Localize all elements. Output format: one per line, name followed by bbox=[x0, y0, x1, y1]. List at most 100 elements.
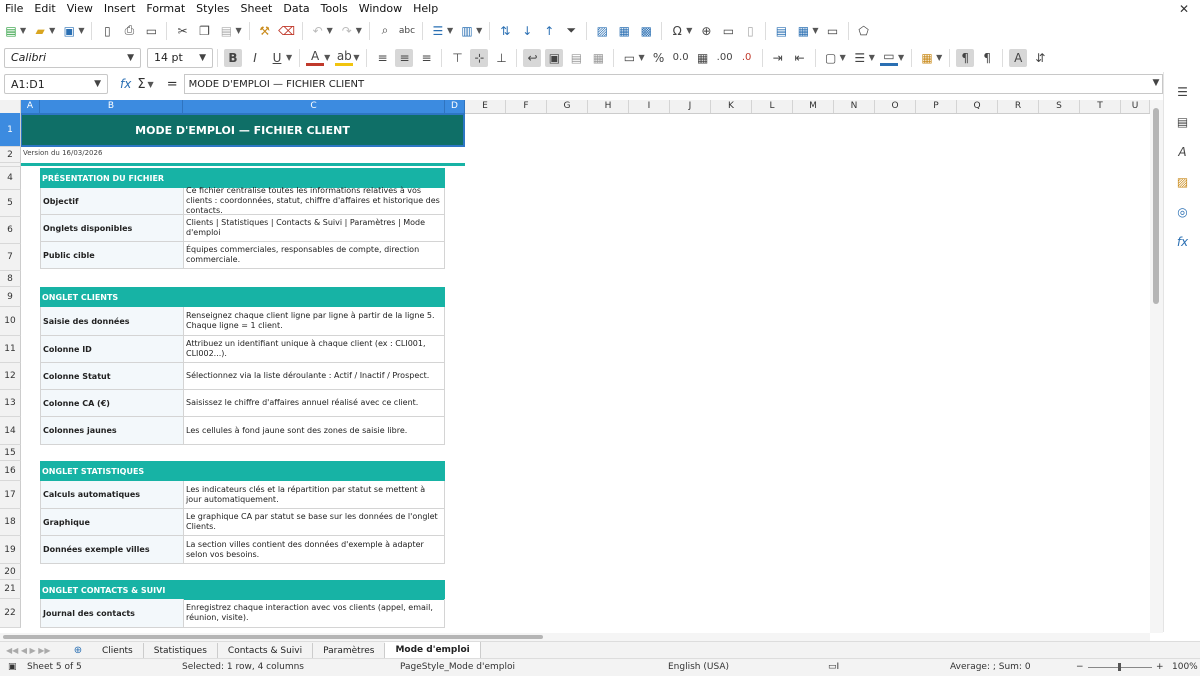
border-color-icon[interactable]: ▭ bbox=[879, 49, 898, 66]
column-header[interactable]: O bbox=[875, 100, 916, 113]
row-header[interactable]: 4 bbox=[0, 167, 21, 190]
chevron-down-icon[interactable]: ▼ bbox=[148, 80, 154, 89]
language-status[interactable]: English (USA) bbox=[668, 662, 729, 672]
row-header[interactable]: 22 bbox=[0, 599, 21, 628]
comment-icon[interactable]: ▭ bbox=[719, 22, 737, 40]
menu-edit[interactable]: Edit bbox=[29, 2, 60, 15]
redo-icon[interactable]: ↷ bbox=[338, 22, 356, 40]
increase-indent-icon[interactable]: ⇥ bbox=[769, 49, 787, 67]
zoom-level[interactable]: 100% bbox=[1172, 662, 1198, 672]
column-header[interactable]: M bbox=[793, 100, 834, 113]
column-header[interactable]: Q bbox=[957, 100, 998, 113]
export-pdf-icon[interactable]: ▯ bbox=[98, 22, 116, 40]
open-folder-icon[interactable]: ▰ bbox=[31, 22, 49, 40]
show-draw-functions-icon[interactable]: ⬠ bbox=[855, 22, 873, 40]
version-cell[interactable]: Version du 16/03/2026 bbox=[23, 149, 102, 157]
gallery-icon[interactable]: ▨ bbox=[1173, 172, 1193, 192]
column-header[interactable]: U bbox=[1121, 100, 1150, 113]
chevron-down-icon[interactable]: ▼ bbox=[476, 26, 482, 35]
font-size-box[interactable]: 14 pt ▼ bbox=[147, 47, 213, 68]
table-row[interactable]: Colonne CA (€) Saisissez le chiffre d'af… bbox=[40, 390, 445, 417]
special-character-icon[interactable]: Ω bbox=[668, 22, 686, 40]
paste-icon[interactable]: ▤ bbox=[217, 22, 235, 40]
row-header[interactable]: 1 bbox=[0, 113, 21, 147]
page-style[interactable]: PageStyle_Mode d'emploi bbox=[400, 662, 515, 672]
section-header[interactable]: PRÉSENTATION DU FICHIER bbox=[40, 168, 445, 188]
print-icon[interactable]: ⎙ bbox=[120, 22, 138, 40]
styles-icon[interactable]: A bbox=[1173, 142, 1193, 162]
tab-parametres[interactable]: Paramètres bbox=[313, 642, 386, 659]
sort-ascending-icon[interactable]: ↓ bbox=[518, 22, 536, 40]
chevron-down-icon[interactable]: ▼ bbox=[127, 53, 134, 63]
zoom-slider-handle[interactable] bbox=[1118, 663, 1121, 671]
delete-decimal-icon[interactable]: .0 bbox=[738, 49, 756, 67]
split-window-icon[interactable]: ▭ bbox=[824, 22, 842, 40]
chevron-down-icon[interactable]: ▼ bbox=[327, 26, 333, 35]
formula-input[interactable]: MODE D'EMPLOI — FICHIER CLIENT bbox=[183, 74, 1163, 94]
vertical-scrollbar[interactable] bbox=[1150, 100, 1163, 633]
column-header[interactable]: J bbox=[670, 100, 711, 113]
column-header[interactable]: S bbox=[1039, 100, 1080, 113]
column-header[interactable]: A bbox=[21, 100, 40, 113]
column-header[interactable]: B bbox=[40, 100, 183, 113]
hamburger-menu-icon[interactable]: ☰ bbox=[1173, 82, 1193, 102]
date-format-icon[interactable]: ▦ bbox=[694, 49, 712, 67]
section-header[interactable]: ONGLET STATISTIQUES bbox=[40, 461, 445, 481]
print-preview-icon[interactable]: ▭ bbox=[142, 22, 160, 40]
row-header[interactable]: 14 bbox=[0, 417, 21, 445]
copy-icon[interactable]: ❐ bbox=[195, 22, 213, 40]
function-wizard-icon[interactable]: fx bbox=[120, 77, 131, 91]
chevron-down-icon[interactable]: ▼ bbox=[78, 26, 84, 35]
chevron-down-icon[interactable]: ▼ bbox=[447, 26, 453, 35]
menu-tools[interactable]: Tools bbox=[316, 2, 353, 15]
add-sheet-icon[interactable]: ⊕ bbox=[72, 645, 84, 656]
italic-icon[interactable]: I bbox=[246, 49, 264, 67]
decrease-indent-icon[interactable]: ⇤ bbox=[791, 49, 809, 67]
conditional-format-icon[interactable]: ▦ bbox=[918, 49, 936, 67]
undo-icon[interactable]: ↶ bbox=[309, 22, 327, 40]
table-row[interactable]: Public cible Équipes commerciales, respo… bbox=[40, 242, 445, 269]
sheet-title-cell[interactable]: MODE D'EMPLOI — FICHIER CLIENT bbox=[21, 113, 465, 147]
row-header[interactable]: 21 bbox=[0, 580, 21, 599]
table-row[interactable]: Objectif Ce fichier centralise toutes le… bbox=[40, 186, 445, 215]
sum-icon[interactable]: Σ bbox=[137, 77, 145, 92]
table-row[interactable]: Colonne Statut Sélectionnez via la liste… bbox=[40, 363, 445, 390]
insert-image-icon[interactable]: ▨ bbox=[593, 22, 611, 40]
new-document-icon[interactable]: ▤ bbox=[2, 22, 20, 40]
column-header[interactable]: R bbox=[998, 100, 1039, 113]
row-icon[interactable]: ☰ bbox=[429, 22, 447, 40]
clear-formatting-icon[interactable]: ⌫ bbox=[278, 22, 296, 40]
chevron-down-icon[interactable]: ▼ bbox=[936, 53, 942, 62]
document-status-icon[interactable]: ▣ bbox=[8, 662, 17, 672]
row-header[interactable]: 9 bbox=[0, 287, 21, 307]
bold-icon[interactable]: B bbox=[224, 48, 242, 67]
menu-view[interactable]: View bbox=[62, 2, 98, 15]
scrollbar-thumb[interactable] bbox=[1153, 108, 1159, 304]
column-header[interactable]: T bbox=[1080, 100, 1121, 113]
freeze-rows-columns-icon[interactable]: ▦ bbox=[794, 22, 812, 40]
sort-descending-icon[interactable]: ↑ bbox=[540, 22, 558, 40]
chevron-down-icon[interactable]: ▼ bbox=[869, 53, 875, 62]
currency-format-icon[interactable]: ▭ bbox=[620, 49, 638, 67]
header-footer-icon[interactable]: ▯ bbox=[741, 22, 759, 40]
chevron-down-icon[interactable]: ▼ bbox=[840, 53, 846, 62]
name-box[interactable]: A1:D1 ▼ bbox=[4, 74, 108, 94]
percent-format-icon[interactable]: % bbox=[650, 49, 668, 67]
insert-chart-icon[interactable]: ▦ bbox=[615, 22, 633, 40]
row-header[interactable]: 19 bbox=[0, 536, 21, 564]
font-name-box[interactable]: Calibri ▼ bbox=[4, 47, 141, 68]
chevron-down-icon[interactable]: ▼ bbox=[199, 53, 206, 63]
add-decimal-icon[interactable]: .00 bbox=[716, 49, 734, 67]
sum-status[interactable]: Average: ; Sum: 0 bbox=[950, 662, 1031, 672]
pivot-table-icon[interactable]: ▩ bbox=[637, 22, 655, 40]
menu-help[interactable]: Help bbox=[408, 2, 443, 15]
scrollbar-thumb[interactable] bbox=[3, 635, 543, 639]
align-bottom-icon[interactable]: ⊥ bbox=[492, 49, 510, 67]
right-to-left-icon[interactable]: ¶ bbox=[978, 49, 996, 67]
section-header[interactable]: ONGLET CLIENTS bbox=[40, 287, 445, 307]
selection-mode-icon[interactable]: ▭I bbox=[828, 662, 839, 672]
column-header[interactable]: H bbox=[588, 100, 629, 113]
row-header[interactable]: 6 bbox=[0, 217, 21, 244]
row-header[interactable]: 10 bbox=[0, 307, 21, 336]
horizontal-scrollbar[interactable] bbox=[0, 633, 1150, 641]
